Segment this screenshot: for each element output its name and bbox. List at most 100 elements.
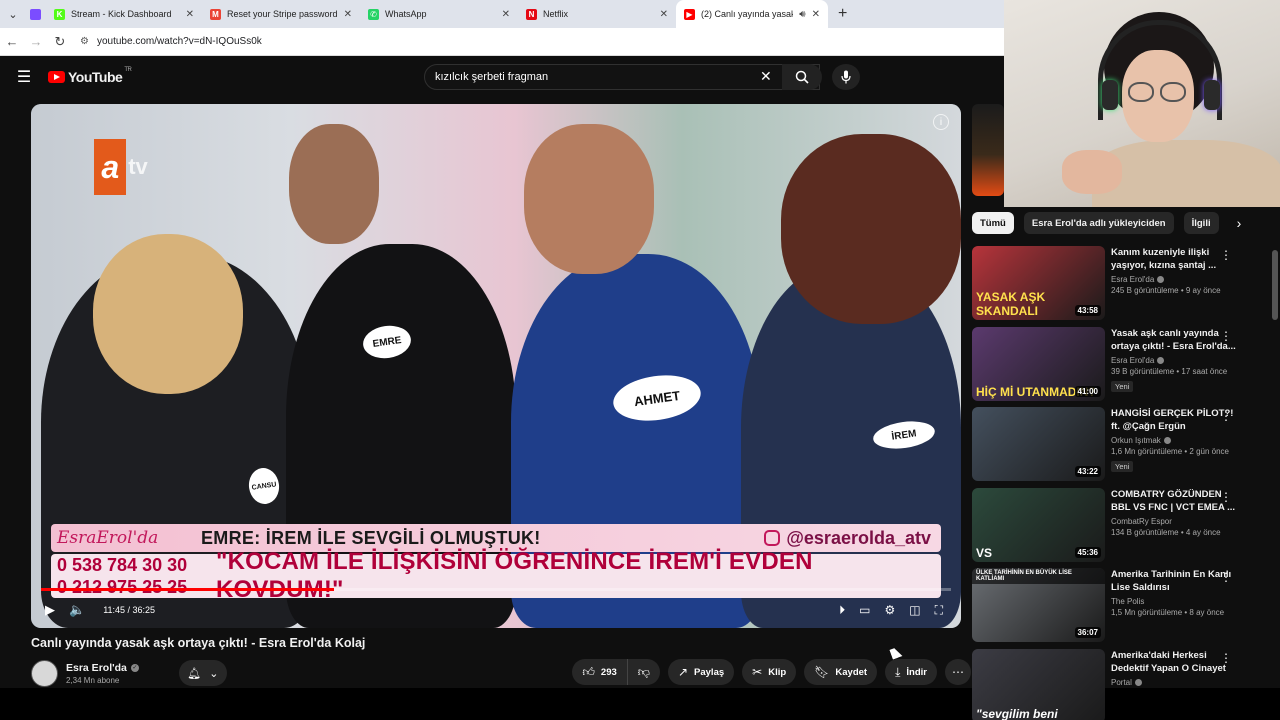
recommendation-thumbnail[interactable]: YASAK AŞK SKANDALI 43:58: [972, 246, 1105, 320]
recommendation-title[interactable]: COMBATRY GÖZÜNDEN BBL VS FNC | VCT EMEA …: [1111, 488, 1237, 514]
share-button[interactable]: ↗ Paylaş: [667, 659, 735, 685]
recommendation-title[interactable]: Amerika'daki Herkesi Dedektif Yapan O Ci…: [1111, 649, 1237, 675]
new-tab-button[interactable]: +: [828, 5, 857, 23]
verified-icon: [1157, 276, 1165, 283]
autoplay-toggle-icon[interactable]: ⏵: [839, 603, 845, 618]
volume-icon[interactable]: 🔈: [69, 602, 85, 618]
streamer-hand: [1062, 150, 1122, 194]
recommendation-title[interactable]: Amerika Tarihinin En Kanlı Lise Saldırıs…: [1111, 568, 1237, 594]
more-options-icon[interactable]: ⋮: [1220, 248, 1232, 262]
thumbnail-caption: "sevgilim beni: [976, 706, 1058, 720]
more-options-icon[interactable]: ⋮: [1220, 490, 1232, 504]
forward-icon[interactable]: →: [24, 34, 48, 49]
recommendation-channel[interactable]: Portal: [1111, 678, 1237, 687]
save-button[interactable]: 🔖︎ Kaydet: [804, 659, 878, 685]
miniplayer-icon[interactable]: ◫: [909, 603, 920, 617]
channel-name[interactable]: Esra Erol'da ✓: [66, 662, 139, 674]
site-settings-icon[interactable]: ⚙: [80, 36, 89, 47]
logo-text: YouTube: [68, 69, 123, 85]
pinned-tab-icon: [30, 8, 41, 20]
info-icon[interactable]: i: [933, 114, 949, 130]
recommendation-item[interactable]: YASAK AŞK SKANDALI 43:58 Kanım kuzeniyle i…: [972, 246, 1272, 322]
thumbs-up-icon: 👍︎: [582, 664, 595, 679]
voice-search-button[interactable]: [832, 64, 860, 90]
address-bar-row: ← → ↻ ⚙ youtube.com/watch?v=dN-IQOuSs0k: [0, 28, 1004, 56]
clear-search-icon[interactable]: ✕: [760, 68, 772, 85]
progress-bar[interactable]: [41, 588, 951, 591]
recommendation-stats: 245 B görüntüleme • 9 ay önce: [1111, 286, 1221, 295]
person-young-woman-hair: [781, 134, 961, 324]
recommendation-item[interactable]: 43:22 HANGİSİ GERÇEK PİLOT?! ft. @Çağn Er…: [972, 407, 1272, 483]
tab-close-icon[interactable]: ✕: [186, 9, 194, 20]
back-icon[interactable]: ←: [0, 34, 24, 49]
subscriber-count: 2,34 Mn abone: [66, 675, 120, 685]
filter-chip[interactable]: Esra Erol'da adlı yükleyiciden: [1023, 212, 1174, 234]
filter-chip[interactable]: İlgili: [1183, 212, 1219, 234]
browser-tab[interactable]: ✆ WhatsApp ✕: [360, 0, 518, 28]
tab-close-icon[interactable]: ✕: [660, 9, 668, 20]
more-options-icon[interactable]: ⋮: [1220, 570, 1232, 584]
youtube-logo[interactable]: YouTube TR: [48, 67, 132, 85]
tab-audio-icon[interactable]: 🔊︎: [799, 9, 805, 20]
recommendation-item[interactable]: VS 45:36 COMBATRY GÖZÜNDEN BBL VS FNC | VC…: [972, 487, 1272, 564]
notification-bell-button[interactable]: 🔔︎ ⌄: [178, 660, 227, 686]
recommendation-channel[interactable]: CombatRy Espor: [1111, 517, 1237, 526]
play-icon[interactable]: ▶: [45, 602, 55, 618]
person-young-man-head: [524, 124, 654, 274]
more-options-icon[interactable]: ⋮: [1220, 651, 1232, 665]
recommendation-item[interactable]: "sevgilim beni Amerika'daki Herkesi Dedek…: [972, 648, 1272, 720]
search-button[interactable]: [782, 64, 822, 90]
recommendation-thumbnail[interactable]: "sevgilim beni: [972, 648, 1105, 720]
fullscreen-icon[interactable]: ⛶: [935, 603, 943, 618]
browser-tab[interactable]: K Stream - Kick Dashboard ✕: [46, 0, 202, 28]
recommendation-thumbnail[interactable]: ÜLKE TARİHİNİN EN BÜYÜK LİSE KATLİAMI 36:…: [972, 568, 1105, 642]
menu-icon[interactable]: ☰: [0, 67, 48, 87]
recommendation-item[interactable]: ÜLKE TARİHİNİN EN BÜYÜK LİSE KATLİAMI 36:…: [972, 568, 1272, 644]
recommendation-channel[interactable]: Orkun Işıtmak: [1111, 436, 1237, 445]
clip-button[interactable]: ✂ Klip: [742, 659, 797, 685]
recommendation-title[interactable]: Kanım kuzeniyle ilişki yaşıyor, kızına ş…: [1111, 246, 1237, 272]
download-button[interactable]: ⤓ İndir: [885, 659, 937, 685]
subtitles-icon[interactable]: ▭: [859, 603, 870, 617]
like-button[interactable]: 👍︎ 293: [572, 659, 628, 685]
filter-chip[interactable]: Tümü: [972, 212, 1014, 234]
more-options-icon[interactable]: ⋮: [1220, 329, 1232, 343]
dislike-button[interactable]: 👎︎: [627, 659, 660, 685]
settings-gear-icon[interactable]: ⚙: [884, 603, 895, 617]
recommendation-channel[interactable]: The Polis: [1111, 597, 1237, 606]
browser-tab[interactable]: M Reset your Stripe password - n ✕: [202, 0, 360, 28]
scissors-icon: ✂: [752, 665, 763, 679]
recommendation-channel[interactable]: Esra Erol'da: [1111, 356, 1237, 365]
recommendation-item[interactable]: HİÇ Mİ UTANMADIN? 41:00 Yasak aşk canlı ya…: [972, 326, 1272, 403]
recommendation-thumbnail[interactable]: 43:22: [972, 407, 1105, 481]
video-title: Canlı yayında yasak aşk ortaya çıktı! - …: [31, 636, 366, 650]
browser-tab[interactable]: ▶ (2) Canlı yayında yasak aşk 🔊︎ ✕: [676, 0, 828, 28]
recommendation-thumbnail[interactable]: VS 45:36: [972, 487, 1105, 562]
scrollbar[interactable]: [1272, 250, 1278, 320]
recommendation-thumbnail[interactable]: HİÇ Mİ UTANMADIN? 41:00: [972, 326, 1105, 401]
recommendation-title[interactable]: HANGİSİ GERÇEK PİLOT?! ft. @Çağn Ergün: [1111, 407, 1237, 433]
thumbnail-caption: ÜLKE TARİHİNİN EN BÜYÜK LİSE KATLİAMI: [972, 568, 1105, 584]
recommendation-channel[interactable]: Esra Erol'da: [1111, 275, 1237, 284]
share-icon: ↗: [677, 665, 689, 679]
bookmark-icon: 🔖︎: [814, 665, 830, 679]
pinned-tab[interactable]: [26, 0, 46, 28]
tab-title: WhatsApp: [385, 9, 427, 19]
video-player[interactable]: EMRE AHMET İREM CANSU a tv i EsraErol'da …: [31, 104, 961, 628]
browser-tab[interactable]: N Netflix ✕: [518, 0, 676, 28]
more-options-icon[interactable]: ⋮: [1220, 409, 1232, 423]
tab-close-icon[interactable]: ✕: [502, 9, 510, 20]
reload-icon[interactable]: ↻: [48, 34, 72, 50]
tab-close-icon[interactable]: ✕: [344, 9, 352, 20]
tab-search-chevron-icon[interactable]: ⌄: [0, 0, 26, 28]
microphone-icon: [841, 70, 851, 84]
browser-tabbar: ⌄ K Stream - Kick Dashboard ✕ M Reset your S…: [0, 0, 1004, 28]
sidebar-ad-preview[interactable]: [972, 104, 1004, 196]
recommendation-stats: 1,6 Mn görüntüleme • 2 gün önce: [1111, 447, 1229, 456]
chevron-right-icon[interactable]: ›: [1237, 215, 1242, 231]
recommendation-title[interactable]: Yasak aşk canlı yayında ortaya çıktı! - …: [1111, 327, 1237, 353]
url-field[interactable]: ⚙ youtube.com/watch?v=dN-IQOuSs0k: [80, 36, 262, 47]
tab-close-icon[interactable]: ✕: [812, 9, 820, 20]
more-actions-icon[interactable]: ⋯: [945, 659, 971, 685]
channel-avatar[interactable]: [31, 659, 58, 687]
